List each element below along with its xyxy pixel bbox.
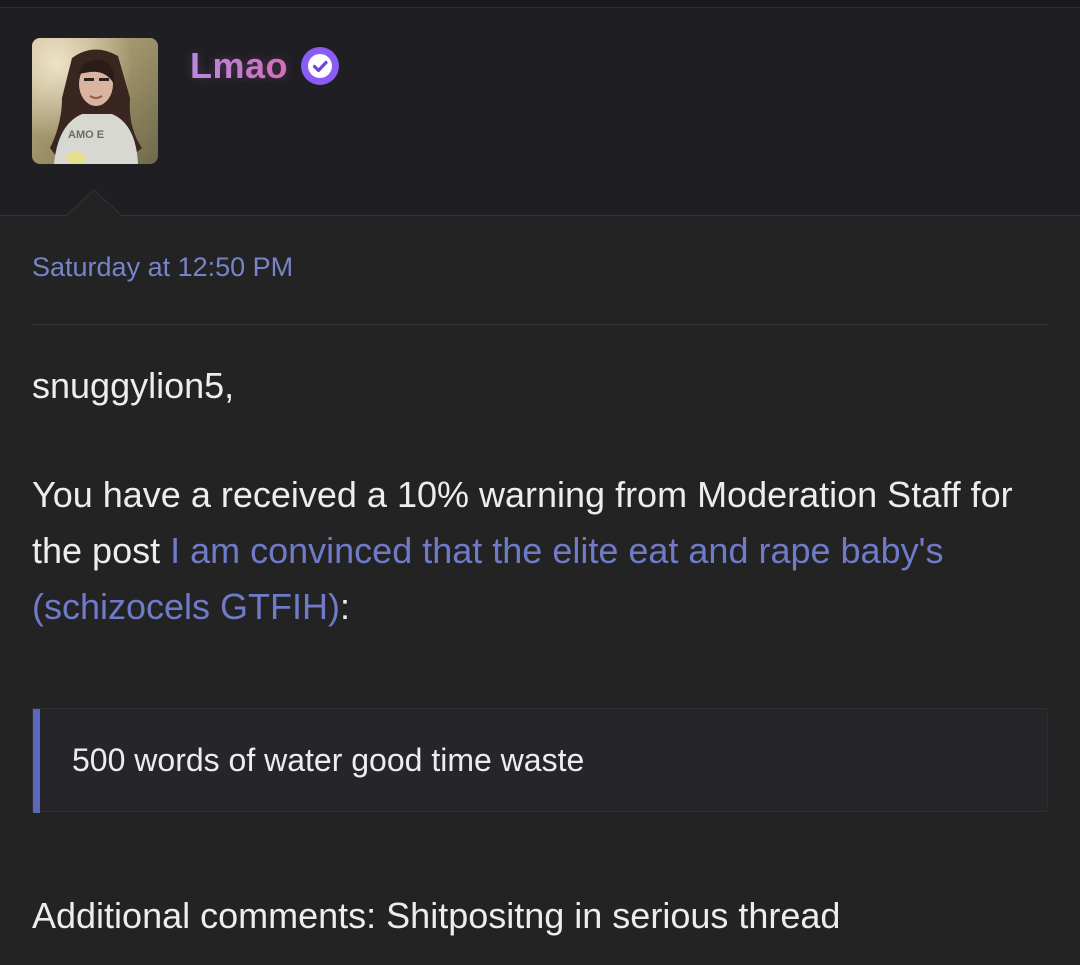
additional-comments: Additional comments: Shitpositng in seri… — [32, 895, 841, 936]
greeting-text: snuggylion5, — [32, 365, 235, 406]
author-username[interactable]: Lmao — [190, 45, 288, 87]
svg-text:AMO E: AMO E — [68, 129, 104, 141]
warning-message: You have a received a 10% warning from M… — [32, 467, 1062, 635]
header-pointer-arrow — [66, 189, 122, 217]
post-page: AMO E Lmao Saturday at 12:50 PM snuggyli… — [0, 0, 1080, 965]
content-divider — [32, 324, 1048, 325]
username-row: Lmao — [190, 45, 340, 87]
post-user-header: AMO E Lmao — [0, 8, 1080, 216]
quote-text: 500 words of water good time waste — [72, 742, 585, 778]
warning-text-end: : — [340, 586, 351, 627]
post-timestamp[interactable]: Saturday at 12:50 PM — [32, 252, 293, 283]
top-divider — [0, 0, 1080, 8]
quote-accent-bar — [33, 709, 40, 813]
warning-quote-block: 500 words of water good time waste — [32, 708, 1048, 813]
verified-check-icon — [301, 47, 340, 85]
user-avatar[interactable]: AMO E — [32, 38, 158, 164]
